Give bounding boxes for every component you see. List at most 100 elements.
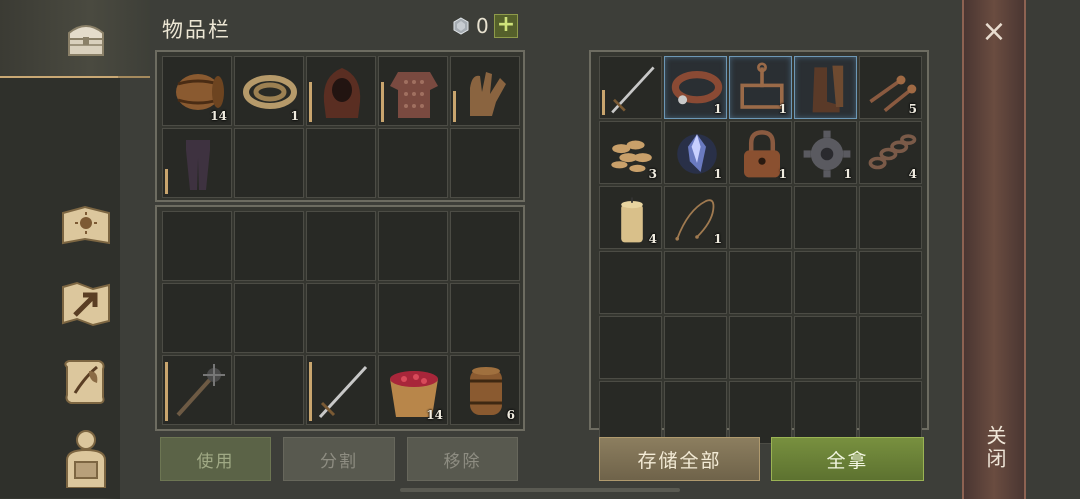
durability-bar <box>602 90 605 115</box>
durability-bar <box>453 91 456 122</box>
item-count: 5 <box>908 102 917 116</box>
storage-slot[interactable]: 3 <box>599 121 662 184</box>
backpack-slot[interactable] <box>306 211 376 281</box>
backpack-slot[interactable] <box>234 283 304 353</box>
storage-slot[interactable] <box>859 381 922 444</box>
backpack-panel: 14 6 <box>155 205 525 431</box>
backpack-slot[interactable]: 14 <box>378 355 448 425</box>
backpack-slot[interactable] <box>162 283 232 353</box>
storage-slot[interactable]: 1 <box>794 121 857 184</box>
take-all-button[interactable]: 全拿 <box>771 437 924 481</box>
backpack-slot[interactable] <box>234 211 304 281</box>
equipment-slot[interactable] <box>234 128 304 198</box>
storage-slot[interactable]: 1 <box>664 56 727 119</box>
hood-icon <box>323 68 361 118</box>
chainmail-icon <box>390 72 438 118</box>
character-backpack-icon[interactable] <box>58 430 114 488</box>
storage-slot[interactable] <box>664 316 727 379</box>
equipment-slot[interactable]: 1 <box>234 56 304 126</box>
storage-slot[interactable] <box>729 316 792 379</box>
left-sidebar <box>0 0 150 499</box>
storage-slot[interactable] <box>599 251 662 314</box>
backpack-slot[interactable] <box>234 355 304 425</box>
storage-grid: 1 1 5 3 1 1 1 4 4 1 <box>599 56 922 444</box>
boots-icon <box>812 65 844 113</box>
equipment-slot[interactable] <box>162 128 232 198</box>
equipment-slot[interactable] <box>450 56 520 126</box>
close-label[interactable]: 关闭 <box>980 425 1010 471</box>
scroll-quill-icon[interactable] <box>58 354 114 410</box>
equipment-slot[interactable] <box>378 56 448 126</box>
item-count: 1 <box>713 232 722 246</box>
store-all-button[interactable]: 存储全部 <box>599 437 760 481</box>
equipment-slot[interactable] <box>306 128 376 198</box>
storage-slot[interactable]: 1 <box>729 56 792 119</box>
item-count: 6 <box>506 408 515 422</box>
backpack-slot[interactable] <box>450 211 520 281</box>
backpack-slot[interactable] <box>162 211 232 281</box>
right-margin <box>1026 0 1080 499</box>
sword-icon <box>318 365 368 419</box>
storage-slot[interactable] <box>664 251 727 314</box>
storage-slot[interactable] <box>599 316 662 379</box>
storage-slot[interactable] <box>794 186 857 249</box>
durability-bar <box>381 82 384 122</box>
durability-bar <box>309 82 312 122</box>
use-button[interactable]: 使用 <box>160 437 271 481</box>
close-icon[interactable]: × <box>980 17 1008 47</box>
storage-slot[interactable] <box>794 251 857 314</box>
durability-bar <box>165 362 168 421</box>
equipment-slot[interactable] <box>378 128 448 198</box>
storage-slot[interactable]: 4 <box>599 186 662 249</box>
storage-slot[interactable] <box>859 316 922 379</box>
chest-icon[interactable] <box>58 10 114 66</box>
item-count: 3 <box>648 167 657 181</box>
equipment-slot[interactable] <box>450 128 520 198</box>
map-arrow-icon[interactable] <box>58 276 114 332</box>
backpack-slot[interactable] <box>378 211 448 281</box>
add-gems-button[interactable]: + <box>494 14 518 38</box>
item-count: 14 <box>426 408 443 422</box>
equipment-panel: 14 1 <box>155 50 525 202</box>
remove-button[interactable]: 移除 <box>407 437 518 481</box>
storage-slot[interactable] <box>729 251 792 314</box>
storage-slot[interactable] <box>859 251 922 314</box>
scroll-indicator <box>400 488 680 492</box>
equipment-grid: 14 1 <box>162 56 520 198</box>
storage-slot[interactable]: 1 <box>664 121 727 184</box>
item-count: 1 <box>713 167 722 181</box>
pants-icon <box>186 140 210 190</box>
storage-slot[interactable] <box>794 381 857 444</box>
backpack-slot[interactable]: 6 <box>450 355 520 425</box>
item-count: 4 <box>648 232 657 246</box>
storage-slot[interactable]: 5 <box>859 56 922 119</box>
storage-slot[interactable] <box>794 56 857 119</box>
gem-count: 0 <box>476 14 489 38</box>
split-button[interactable]: 分割 <box>283 437 395 481</box>
backpack-slot[interactable] <box>162 355 232 425</box>
storage-slot[interactable] <box>729 381 792 444</box>
sun-book-icon[interactable] <box>58 198 114 254</box>
storage-slot[interactable] <box>859 186 922 249</box>
storage-slot[interactable] <box>599 381 662 444</box>
storage-slot[interactable] <box>794 316 857 379</box>
storage-slot[interactable] <box>729 186 792 249</box>
storage-slot[interactable] <box>599 56 662 119</box>
backpack-slot[interactable] <box>306 283 376 353</box>
backpack-slot[interactable] <box>450 283 520 353</box>
backpack-slot[interactable] <box>378 283 448 353</box>
storage-slot[interactable] <box>664 381 727 444</box>
backpack-slot[interactable] <box>306 355 376 425</box>
storage-slot[interactable]: 1 <box>664 186 727 249</box>
item-count: 1 <box>843 167 852 181</box>
gloves-icon <box>470 72 506 116</box>
durability-bar <box>309 362 312 421</box>
storage-slot[interactable]: 1 <box>729 121 792 184</box>
equipment-slot[interactable]: 14 <box>162 56 232 126</box>
item-count: 1 <box>778 167 787 181</box>
sword-icon <box>611 66 655 114</box>
item-count: 4 <box>908 167 917 181</box>
item-count: 1 <box>290 109 299 123</box>
storage-slot[interactable]: 4 <box>859 121 922 184</box>
equipment-slot[interactable] <box>306 56 376 126</box>
